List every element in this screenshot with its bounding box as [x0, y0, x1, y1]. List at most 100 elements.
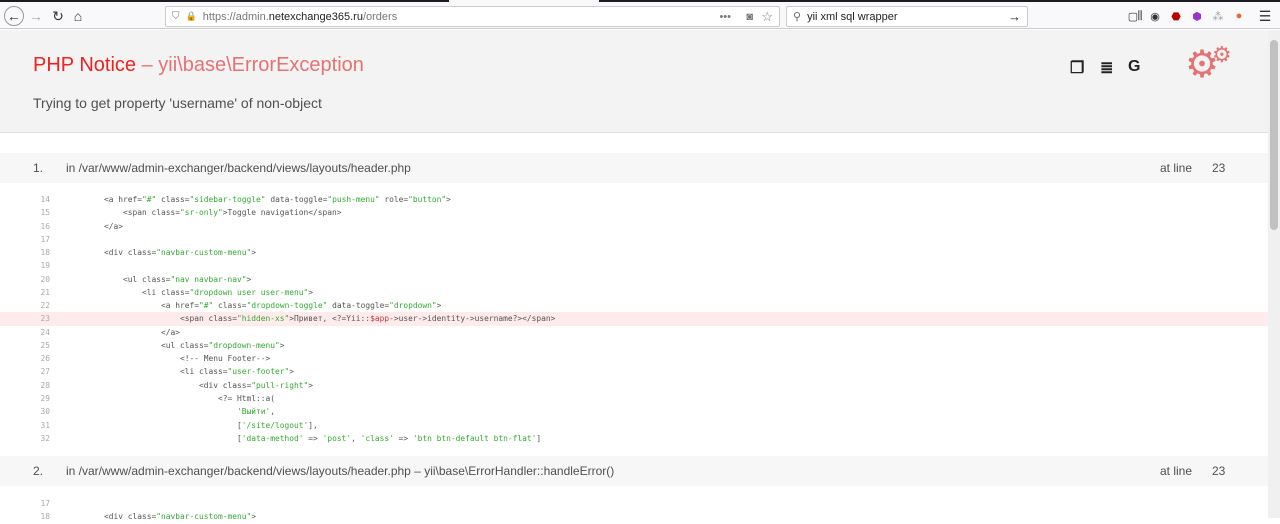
code-token: <div class= [66, 248, 157, 258]
extension-icon[interactable]: ⬢ [1190, 6, 1204, 26]
code-token: $app [370, 314, 390, 324]
code-line: 16 </a> [0, 220, 1268, 233]
url-domain: netexchange365.ru [268, 10, 363, 23]
line-number: 19 [40, 261, 50, 271]
code-token: </a> [66, 327, 181, 337]
code-line: 22 <a href="#" class="dropdown-toggle" d… [0, 299, 1268, 312]
code-line: 17 [0, 233, 1268, 246]
error-class: – yii\base\ErrorException [141, 54, 364, 76]
code-token: > [279, 340, 285, 350]
code-text: ['data-method' => 'post', 'class' => 'bt… [66, 432, 541, 445]
code-token: > [289, 367, 295, 377]
code-token: class= [213, 301, 247, 311]
code-line: 18 <div class="navbar-custom-menu"> [0, 510, 1268, 523]
scrollbar-thumb[interactable] [1270, 40, 1278, 230]
code-token: <!-- Menu Footer--> [66, 354, 271, 364]
code-text: <ul class="nav navbar-nav"> [66, 273, 251, 286]
code-token: "push-menu" [327, 195, 380, 204]
at-line-label: at line [1160, 464, 1193, 478]
code-text: </a> [66, 220, 123, 233]
account-icon[interactable]: ◉ [1148, 6, 1162, 26]
call-stack-frame-header[interactable]: 1. in /var/www/admin-exchanger/backend/vi… [0, 153, 1268, 183]
code-token: 'Выйти' [237, 407, 271, 417]
code-token: "#" [142, 195, 157, 204]
code-token: [ [66, 433, 242, 443]
code-snippet: 17 18 <div class="navbar-custom-menu"> [0, 497, 1268, 524]
code-token: <div class= [66, 380, 252, 390]
line-number: 22 [40, 301, 50, 311]
code-token: ] [536, 433, 542, 443]
reload-button[interactable]: ↻ [50, 6, 66, 26]
code-text: <li class="user-footer"> [66, 365, 294, 378]
code-text: ['/site/logout'], [66, 419, 318, 432]
go-arrow-icon[interactable]: → [1008, 9, 1021, 24]
stackoverflow-icon[interactable]: ≣ [1100, 58, 1113, 78]
menu-icon[interactable]: ☰ [1258, 6, 1272, 26]
forward-button[interactable]: → [28, 6, 44, 26]
code-token: 'data-method' [241, 433, 304, 443]
line-number: 14 [40, 195, 50, 204]
extension2-icon[interactable]: ⁂ [1211, 6, 1225, 26]
copy-icon[interactable]: ❐ [1070, 58, 1084, 78]
code-line: 15 <span class="sr-only">Toggle navigati… [0, 206, 1268, 219]
code-token: data-toggle= [265, 195, 328, 204]
code-token: <ul class= [66, 340, 209, 350]
code-text: <?= Html::a( [66, 392, 275, 405]
code-token: <span class= [66, 314, 238, 324]
url-prefix: https://admin. [202, 10, 269, 23]
home-button[interactable]: ⌂ [70, 6, 86, 26]
line-number: 23 [40, 314, 50, 324]
line-number: 25 [40, 340, 50, 350]
code-line: 27 <li class="user-footer"> [0, 365, 1268, 378]
code-token: "navbar-custom-menu" [156, 512, 252, 522]
pocket-icon[interactable]: ◙ [746, 11, 753, 23]
code-token: "pull-right" [251, 380, 309, 390]
code-line: 25 <ul class="dropdown-menu"> [0, 339, 1268, 352]
bookmark-star-icon[interactable]: ☆ [761, 9, 773, 25]
frame-number: 1. [33, 161, 44, 175]
more-icon[interactable]: ••• [719, 11, 731, 23]
extension3-icon[interactable]: ● [1232, 6, 1246, 26]
code-token: >Toggle navigation</span> [222, 208, 342, 218]
frame-path: in /var/www/admin-exchanger/backend/view… [66, 464, 615, 478]
code-token: "dropdown-toggle" [246, 301, 328, 311]
line-number: 17 [40, 499, 50, 508]
error-code-line: 23 <span class="hidden-xs">Привет, <?=Yi… [0, 312, 1268, 326]
code-line: 24 </a> [0, 326, 1268, 339]
code-token: 'class' [360, 433, 394, 443]
code-line: 29 <?= Html::a( [0, 392, 1268, 405]
code-token: <span class= [66, 208, 181, 218]
google-icon[interactable]: G [1128, 58, 1140, 76]
code-token: 'post' [322, 433, 352, 443]
code-text: </a> [66, 326, 180, 339]
frame-number: 2. [33, 464, 44, 478]
code-token: , [270, 407, 276, 417]
frame-line-number: 23 [1212, 161, 1226, 175]
code-line: 17 [0, 497, 1268, 510]
search-input[interactable]: yii xml sql wrapper [807, 11, 897, 23]
ublock-icon[interactable]: ⬣ [1169, 6, 1183, 26]
sidebar-icon[interactable]: ▢ [1126, 6, 1140, 26]
code-token: => [393, 433, 413, 443]
search-bar[interactable]: ⚲ yii xml sql wrapper → [786, 6, 1028, 27]
code-token: => [303, 433, 323, 443]
at-line-label: at line [1160, 161, 1193, 175]
line-number: 31 [40, 420, 50, 430]
code-token: "dropdown" [389, 301, 437, 311]
code-text: <a href="#" class="dropdown-toggle" data… [66, 299, 441, 312]
code-line: 32 ['data-method' => 'post', 'class' => … [0, 432, 1268, 445]
code-token: data-toggle= [327, 301, 390, 311]
code-token: class= [156, 195, 190, 204]
back-button[interactable]: ← [4, 6, 24, 26]
call-stack-frame-header[interactable]: 2. in /var/www/admin-exchanger/backend/vi… [0, 456, 1268, 486]
code-text: <a href="#" class="sidebar-toggle" data-… [66, 193, 451, 206]
line-number: 18 [40, 248, 50, 258]
code-token: , [351, 433, 361, 443]
scrollbar[interactable] [1268, 30, 1280, 518]
code-text: <div class="pull-right"> [66, 379, 313, 392]
code-token: <div class= [66, 512, 157, 522]
url-bar[interactable]: ⛉ 🔒 https://admin. netexchange365.ru/orde… [165, 6, 780, 27]
code-token: </a> [66, 221, 124, 231]
line-number: 15 [40, 208, 50, 218]
code-token: > [436, 301, 442, 311]
